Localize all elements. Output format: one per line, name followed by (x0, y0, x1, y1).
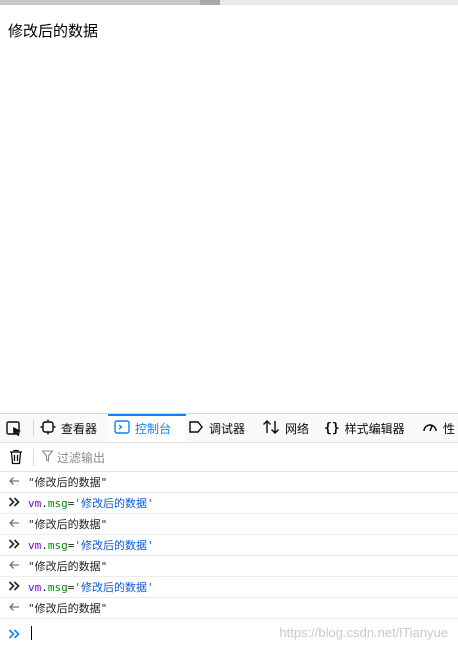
filter-output-input[interactable]: 过滤输出 (41, 449, 106, 466)
command-property: msg (47, 496, 68, 510)
command-dot: . (41, 496, 48, 510)
element-picker-icon[interactable] (6, 421, 24, 441)
console-result-row: "修改后的数据" (0, 598, 458, 619)
command-dot: . (41, 580, 48, 594)
tab-console[interactable]: 控制台 (108, 414, 186, 442)
top-strip-segment (0, 0, 200, 5)
input-chevron-icon (8, 580, 20, 594)
filter-icon (41, 450, 57, 465)
result-text: "修改后的数据" (28, 602, 108, 615)
tab-separator (33, 420, 34, 436)
command-equals: = (67, 580, 75, 594)
style-editor-icon: {} (324, 420, 340, 436)
text-caret (31, 626, 32, 640)
debugger-icon (188, 419, 209, 438)
console-result-row: "修改后的数据" (0, 514, 458, 535)
console-result-row: "修改后的数据" (0, 472, 458, 493)
tab-label: 样式编辑器 (344, 421, 405, 436)
filter-placeholder: 过滤输出 (57, 451, 106, 465)
tab-performance[interactable]: 性 (422, 414, 455, 442)
inspector-icon (40, 419, 61, 438)
watermark: https://blog.csdn.net/lTianyue (279, 625, 448, 640)
result-text: "修改后的数据" (28, 476, 108, 489)
input-chevron-icon (8, 496, 20, 510)
page-content-text: 修改后的数据 (8, 22, 99, 40)
command-equals: = (67, 496, 75, 510)
devtools-panel: 查看器 控制台 调试器 网络 {} 样式编辑器 性 过滤输出 "修改后的数据" … (0, 413, 458, 650)
prompt-chevron-icon (8, 624, 20, 643)
console-input-row: vm. msg = '修改后的数据' (0, 493, 458, 514)
result-arrow-icon (8, 518, 20, 531)
result-arrow-icon (8, 560, 20, 573)
tab-label: 性 (443, 421, 456, 436)
result-text: "修改后的数据" (28, 560, 108, 573)
command-equals: = (67, 538, 75, 552)
command-object: vm (28, 496, 42, 510)
browser-top-strip (0, 0, 458, 5)
console-input-row: vm. msg = '修改后的数据' (0, 535, 458, 556)
tab-style-editor[interactable]: {} 样式编辑器 (324, 414, 405, 442)
top-strip-segment (220, 0, 458, 5)
result-text: "修改后的数据" (28, 518, 108, 531)
command-value: '修改后的数据' (74, 497, 154, 510)
console-toolbar: 过滤输出 (0, 443, 458, 472)
trash-icon[interactable] (9, 449, 23, 469)
command-property: msg (47, 580, 68, 594)
tab-network[interactable]: 网络 (262, 414, 309, 442)
tab-label: 控制台 (135, 421, 172, 436)
top-strip-segment (200, 0, 220, 5)
result-arrow-icon (8, 602, 20, 615)
tab-label: 调试器 (209, 421, 246, 436)
command-value: '修改后的数据' (74, 581, 154, 594)
command-value: '修改后的数据' (74, 539, 154, 552)
command-object: vm (28, 538, 42, 552)
toolbar-separator (33, 449, 34, 466)
command-dot: . (41, 538, 48, 552)
command-property: msg (47, 538, 68, 552)
input-chevron-icon (8, 538, 20, 552)
result-arrow-icon (8, 476, 20, 489)
performance-icon (422, 419, 443, 438)
console-icon (114, 419, 135, 438)
tab-label: 查看器 (61, 421, 98, 436)
network-icon (262, 419, 285, 438)
tab-label: 网络 (285, 421, 310, 436)
console-result-row: "修改后的数据" (0, 556, 458, 577)
devtools-tabbar: 查看器 控制台 调试器 网络 {} 样式编辑器 性 (0, 414, 458, 443)
tab-debugger[interactable]: 调试器 (188, 414, 245, 442)
tab-inspector[interactable]: 查看器 (40, 414, 97, 442)
console-input-row: vm. msg = '修改后的数据' (0, 577, 458, 598)
command-object: vm (28, 580, 42, 594)
console-output: "修改后的数据" vm. msg = '修改后的数据' "修改后的数据" vm. msg… (0, 472, 458, 619)
